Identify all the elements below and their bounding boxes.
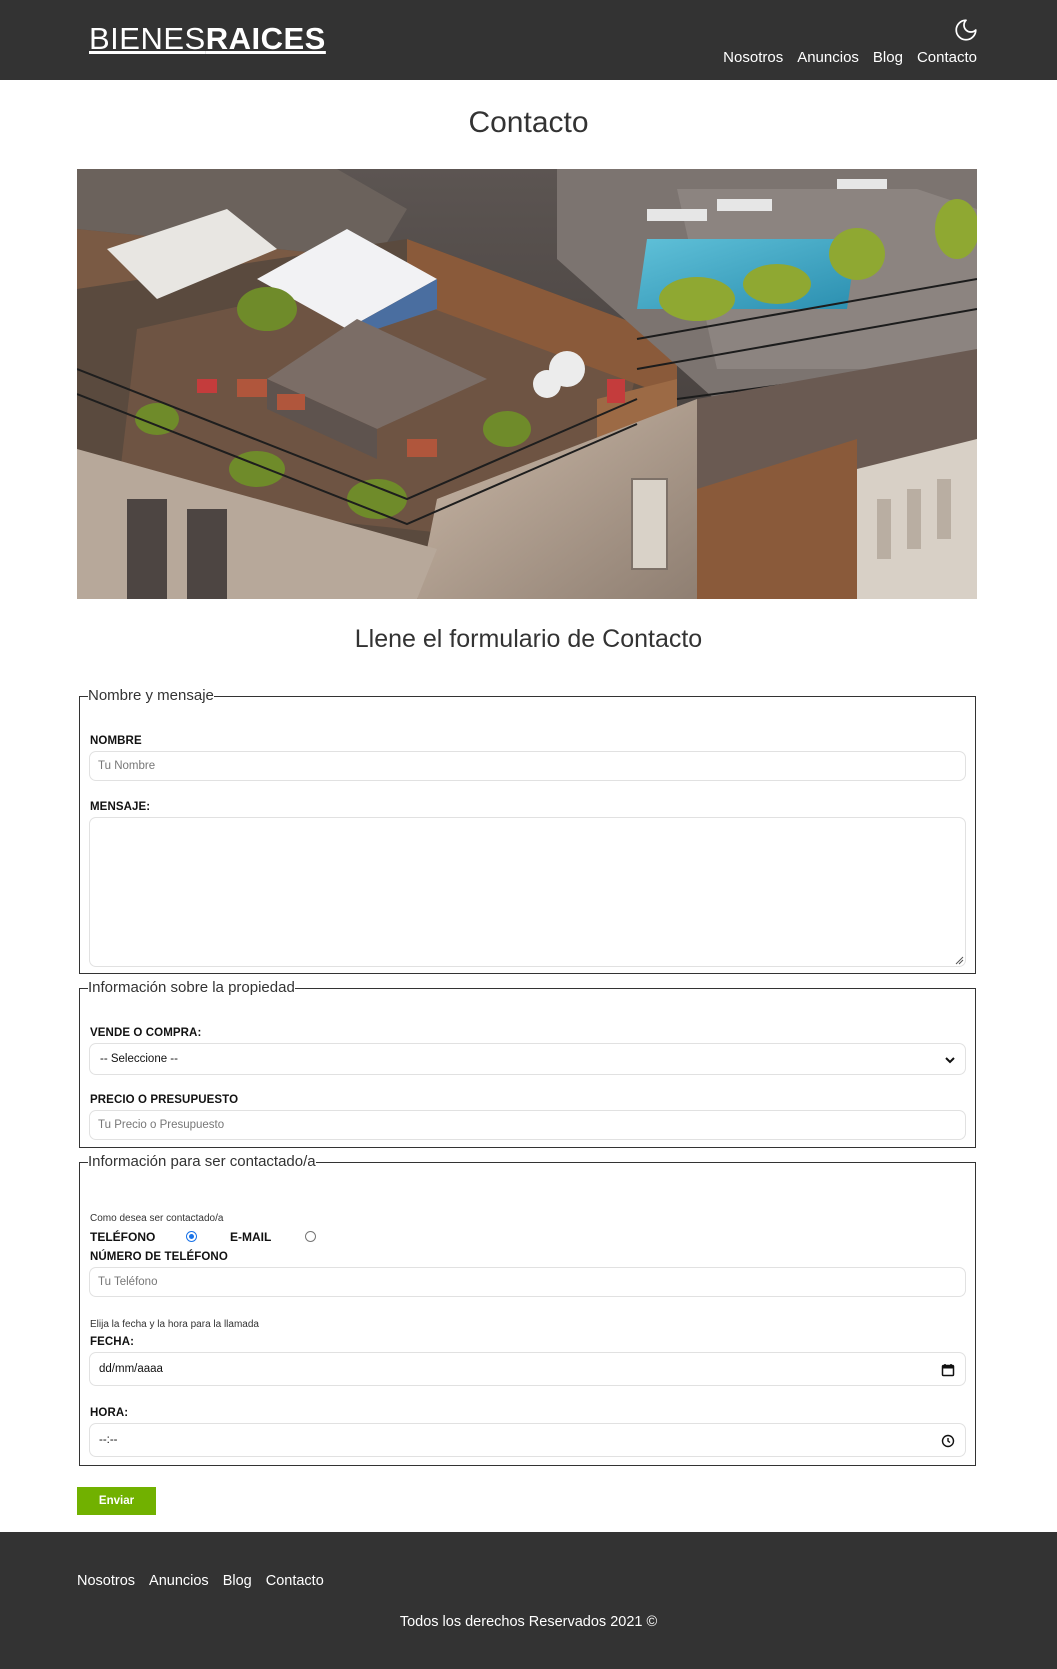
footer-nav-item-contacto[interactable]: Contacto [266, 1573, 324, 1589]
fieldset-contact-info: Información para ser contactado/a Como d… [79, 1153, 976, 1466]
nav-item-anuncios[interactable]: Anuncios [797, 48, 859, 68]
submit-button[interactable]: Enviar [77, 1487, 156, 1515]
nav-item-nosotros[interactable]: Nosotros [723, 48, 783, 68]
label-mensaje: Mensaje: [90, 801, 151, 813]
name-input[interactable] [89, 751, 966, 781]
radio-telefono[interactable] [186, 1231, 197, 1242]
contact-method-radios: Teléfono E-mail [90, 1230, 490, 1244]
fieldset-property-info: Información sobre la propiedad Vende o C… [79, 979, 976, 1148]
calendar-icon[interactable] [941, 1363, 955, 1377]
message-textarea[interactable] [89, 817, 966, 967]
moon-icon[interactable] [953, 17, 979, 43]
site-logo[interactable]: BIENESRAICES [89, 20, 326, 57]
clock-icon[interactable] [941, 1434, 955, 1448]
label-numero-telefono: Número de Teléfono [90, 1251, 228, 1263]
legend-name-message: Nombre y mensaje [88, 687, 214, 704]
date-input[interactable]: dd/mm/aaaa [89, 1352, 966, 1386]
footer-nav-item-anuncios[interactable]: Anuncios [149, 1573, 209, 1589]
radio-label-telefono: Teléfono [90, 1230, 156, 1244]
radio-label-email: E-mail [230, 1230, 272, 1244]
radio-email[interactable] [305, 1231, 316, 1242]
label-vende-compra: Vende o Compra: [90, 1027, 202, 1039]
label-precio: Precio o Presupuesto [90, 1094, 239, 1106]
label-hora: Hora: [90, 1407, 129, 1419]
select-selected-value: -- Seleccione -- [100, 1053, 178, 1065]
time-input[interactable]: --:-- [89, 1423, 966, 1457]
site-header: BIENESRAICES Nosotros Anuncios Blog Cont… [0, 0, 1057, 80]
legend-property-info: Información sobre la propiedad [88, 979, 295, 996]
nav-item-blog[interactable]: Blog [873, 48, 903, 68]
date-value: dd/mm/aaaa [99, 1363, 163, 1375]
footer-nav-item-blog[interactable]: Blog [223, 1573, 252, 1589]
logo-text-bold: RAICES [205, 21, 326, 56]
hero-image-rooftop [77, 169, 977, 599]
fieldset-name-message: Nombre y mensaje Nombre Mensaje: [79, 687, 976, 974]
chevron-down-icon [945, 1057, 955, 1064]
footer-nav-item-nosotros[interactable]: Nosotros [77, 1573, 135, 1589]
price-input[interactable] [89, 1110, 966, 1140]
footer-nav: Nosotros Anuncios Blog Contacto [77, 1573, 324, 1589]
label-nombre: Nombre [90, 735, 142, 747]
nav-item-contacto[interactable]: Contacto [917, 48, 977, 68]
logo-text-light: BIENES [89, 21, 206, 56]
main-nav: Nosotros Anuncios Blog Contacto [723, 48, 977, 68]
form-title: Llene el formulario de Contacto [354, 625, 703, 653]
copyright-text: Todos los derechos Reservados 2021 © [399, 1614, 658, 1630]
legend-contact-info: Información para ser contactado/a [88, 1153, 316, 1170]
contact-method-hint: Como desea ser contactado/a [90, 1213, 224, 1224]
buy-sell-select[interactable]: -- Seleccione -- [89, 1043, 966, 1075]
label-fecha: Fecha: [90, 1336, 135, 1348]
time-value: --:-- [99, 1434, 118, 1446]
phone-input[interactable] [89, 1267, 966, 1297]
resize-grip-icon[interactable] [954, 955, 964, 965]
site-footer: Nosotros Anuncios Blog Contacto Todos lo… [0, 1532, 1057, 1669]
page-title: Contacto [468, 106, 589, 139]
datetime-hint: Elija la fecha y la hora para la llamada [90, 1319, 259, 1330]
